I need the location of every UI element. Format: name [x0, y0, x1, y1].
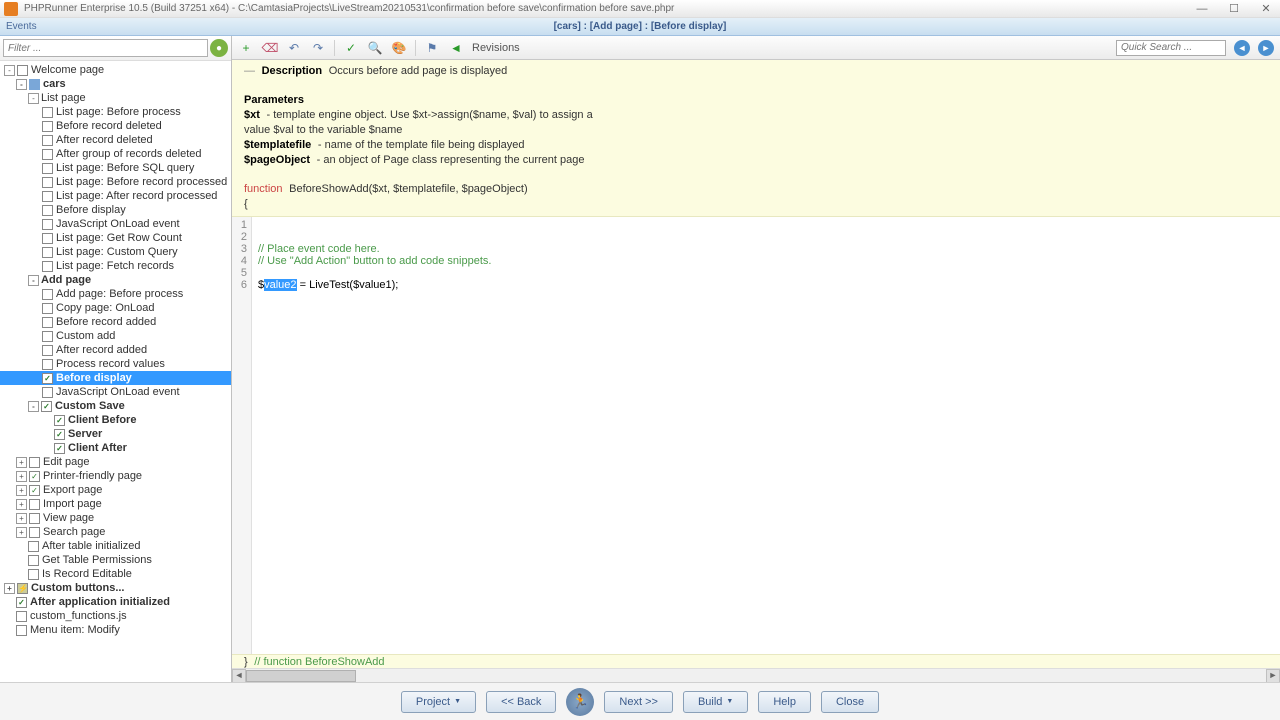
tree-custom-functions[interactable]: custom_functions.js — [0, 609, 231, 623]
help-button[interactable]: Help — [758, 691, 811, 713]
tree-before-record-deleted[interactable]: Before record deleted — [0, 119, 231, 133]
scroll-right-icon[interactable]: ► — [1266, 669, 1280, 683]
window-title: PHPRunner Enterprise 10.5 (Build 37251 x… — [24, 3, 1192, 14]
tree-add-page[interactable]: -Add page — [0, 273, 231, 287]
tree-client-after[interactable]: ✓Client After — [0, 441, 231, 455]
project-button[interactable]: Project▼ — [401, 691, 476, 713]
close-window-button[interactable]: ✕ — [1256, 2, 1276, 16]
tree-custom-buttons[interactable]: +⚡Custom buttons... — [0, 581, 231, 595]
tree-custom-save[interactable]: -✓Custom Save — [0, 399, 231, 413]
delete-icon[interactable]: ⌫ — [262, 40, 278, 56]
close-button[interactable]: Close — [821, 691, 879, 713]
tree-before-display-add[interactable]: ✓Before display — [0, 371, 231, 385]
tree-welcome[interactable]: -Welcome page — [0, 63, 231, 77]
build-button[interactable]: Build▼ — [683, 691, 748, 713]
tree-list-before-sql[interactable]: List page: Before SQL query — [0, 161, 231, 175]
filter-input[interactable] — [3, 39, 208, 57]
tag-icon[interactable]: ⚑ — [424, 40, 440, 56]
scroll-left-icon[interactable]: ◄ — [232, 669, 246, 683]
tree-get-table-perms[interactable]: Get Table Permissions — [0, 553, 231, 567]
menu-bar: Events [cars] : [Add page] : [Before dis… — [0, 18, 1280, 36]
tree-menu-modify[interactable]: Menu item: Modify — [0, 623, 231, 637]
tree-list-after-rec-processed[interactable]: List page: After record processed — [0, 189, 231, 203]
tree-after-group-deleted[interactable]: After group of records deleted — [0, 147, 231, 161]
tree-list-before-process[interactable]: List page: Before process — [0, 105, 231, 119]
back-icon[interactable]: ◄ — [448, 40, 464, 56]
back-button[interactable]: << Back — [486, 691, 556, 713]
minimize-button[interactable]: — — [1192, 2, 1212, 16]
tree-list-before-rec-processed[interactable]: List page: Before record processed — [0, 175, 231, 189]
app-icon — [4, 2, 18, 16]
add-icon[interactable]: + — [238, 40, 254, 56]
tree-fetch-records[interactable]: List page: Fetch records — [0, 259, 231, 273]
revisions-button[interactable]: Revisions — [472, 42, 520, 54]
editor-toolbar: + ⌫ ↶ ↷ ✓ 🔍 🎨 ⚑ ◄ Revisions ◄ ► — [232, 36, 1280, 60]
tree-copy-onload[interactable]: Copy page: OnLoad — [0, 301, 231, 315]
next-button[interactable]: Next >> — [604, 691, 673, 713]
maximize-button[interactable]: ☐ — [1224, 2, 1244, 16]
code-header: — Description Occurs before add page is … — [232, 60, 1280, 217]
tree-edit-page[interactable]: +Edit page — [0, 455, 231, 469]
nav-prev-icon[interactable]: ◄ — [1234, 40, 1250, 56]
tree-js-onload-list[interactable]: JavaScript OnLoad event — [0, 217, 231, 231]
tree-before-display-list[interactable]: Before display — [0, 203, 231, 217]
tree-after-record-deleted[interactable]: After record deleted — [0, 133, 231, 147]
palette-icon[interactable]: 🎨 — [391, 40, 407, 56]
title-bar: PHPRunner Enterprise 10.5 (Build 37251 x… — [0, 0, 1280, 18]
events-menu[interactable]: Events — [6, 21, 37, 32]
code-footer: } } // function BeforeShowAdd // functio… — [232, 654, 1280, 668]
editor-area: + ⌫ ↶ ↷ ✓ 🔍 🎨 ⚑ ◄ Revisions ◄ ► — Descri… — [232, 36, 1280, 682]
tree-import-page[interactable]: +Import page — [0, 497, 231, 511]
tree-before-record-added[interactable]: Before record added — [0, 315, 231, 329]
tree-custom-query[interactable]: List page: Custom Query — [0, 245, 231, 259]
tree-cars[interactable]: -cars — [0, 77, 231, 91]
filter-go-button[interactable]: ● — [210, 39, 228, 57]
code-lines[interactable]: // Place event code here. // Use "Add Ac… — [252, 217, 1280, 654]
tree-server[interactable]: ✓Server — [0, 427, 231, 441]
search-icon[interactable]: 🔍 — [367, 40, 383, 56]
tree-after-app-init[interactable]: ✓After application initialized — [0, 595, 231, 609]
event-tree: -Welcome page -cars -List page List page… — [0, 61, 231, 682]
tree-after-record-added[interactable]: After record added — [0, 343, 231, 357]
line-gutter: 123456 — [232, 217, 252, 654]
check-icon[interactable]: ✓ — [343, 40, 359, 56]
tree-process-record-values[interactable]: Process record values — [0, 357, 231, 371]
code-body[interactable]: 123456 // Place event code here. // Use … — [232, 217, 1280, 654]
scroll-thumb[interactable] — [246, 670, 356, 682]
tree-printer-page[interactable]: +✓Printer-friendly page — [0, 469, 231, 483]
tree-get-row-count[interactable]: List page: Get Row Count — [0, 231, 231, 245]
quick-search-input[interactable] — [1116, 40, 1226, 56]
tree-list-page[interactable]: -List page — [0, 91, 231, 105]
nav-next-icon[interactable]: ► — [1258, 40, 1274, 56]
tree-js-onload-add[interactable]: JavaScript OnLoad event — [0, 385, 231, 399]
tree-search-page[interactable]: +Search page — [0, 525, 231, 539]
runner-icon[interactable]: 🏃 — [566, 688, 594, 716]
bottom-bar: Project▼ << Back 🏃 Next >> Build▼ Help C… — [0, 682, 1280, 720]
redo-icon[interactable]: ↷ — [310, 40, 326, 56]
tree-after-table-init[interactable]: After table initialized — [0, 539, 231, 553]
sidebar: ● -Welcome page -cars -List page List pa… — [0, 36, 232, 682]
tree-client-before[interactable]: ✓Client Before — [0, 413, 231, 427]
tree-custom-add[interactable]: Custom add — [0, 329, 231, 343]
breadcrumb: [cars] : [Add page] : [Before display] — [554, 21, 727, 32]
horizontal-scrollbar[interactable]: ◄ ► — [232, 668, 1280, 682]
tree-view-page[interactable]: +View page — [0, 511, 231, 525]
tree-export-page[interactable]: +✓Export page — [0, 483, 231, 497]
tree-add-before-process[interactable]: Add page: Before process — [0, 287, 231, 301]
undo-icon[interactable]: ↶ — [286, 40, 302, 56]
tree-is-record-editable[interactable]: Is Record Editable — [0, 567, 231, 581]
